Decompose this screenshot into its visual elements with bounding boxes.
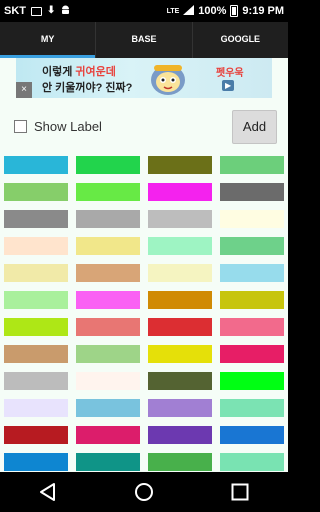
color-swatch[interactable] xyxy=(220,156,284,174)
color-swatch[interactable] xyxy=(148,345,212,363)
carrier-label: SKT xyxy=(4,5,26,17)
color-swatch[interactable] xyxy=(220,318,284,336)
status-left: SKT ⬇ xyxy=(4,4,71,18)
navigation-bar xyxy=(0,472,288,512)
color-swatch[interactable] xyxy=(148,372,212,390)
color-swatch[interactable] xyxy=(76,372,140,390)
color-swatch[interactable] xyxy=(220,345,284,363)
ad-subline: 안 키울꺼야? 진짜? xyxy=(42,82,133,94)
color-swatch[interactable] xyxy=(4,156,68,174)
color-swatch[interactable] xyxy=(220,399,284,417)
signal-icon xyxy=(183,4,195,18)
color-swatch[interactable] xyxy=(76,237,140,255)
show-label-text[interactable]: Show Label xyxy=(34,119,102,134)
battery-percent: 100% xyxy=(198,5,227,17)
recents-icon xyxy=(231,483,249,501)
color-swatch[interactable] xyxy=(76,156,140,174)
status-bar: SKT ⬇ LTE 100% 9:19 PM xyxy=(0,0,288,22)
recents-button[interactable] xyxy=(220,472,260,512)
clock: 9:19 PM xyxy=(242,5,284,17)
image-notification-icon xyxy=(31,6,42,16)
color-swatch[interactable] xyxy=(220,210,284,228)
color-swatch[interactable] xyxy=(148,264,212,282)
color-swatch[interactable] xyxy=(148,318,212,336)
color-swatch[interactable] xyxy=(220,453,284,471)
ad-headline: 이렇게 귀여운데 xyxy=(42,63,116,79)
color-swatch[interactable] xyxy=(76,264,140,282)
status-right: LTE 100% 9:19 PM xyxy=(166,4,284,18)
color-swatch[interactable] xyxy=(148,426,212,444)
color-swatch[interactable] xyxy=(148,156,212,174)
color-swatch[interactable] xyxy=(4,399,68,417)
download-icon: ⬇ xyxy=(47,5,56,16)
color-swatch[interactable] xyxy=(4,345,68,363)
home-icon xyxy=(135,483,153,501)
ad-badge: ▶ xyxy=(222,80,235,91)
content-area: 이렇게 귀여운데 안 키울꺼야? 진짜? 펫우욱 ▶ × Show Label … xyxy=(0,58,288,472)
color-swatch[interactable] xyxy=(148,291,212,309)
ad-headline-text: 이렇게 xyxy=(42,66,76,78)
ad-logo: 펫우욱 xyxy=(216,68,244,79)
color-swatch[interactable] xyxy=(4,318,68,336)
back-icon xyxy=(40,483,55,501)
color-swatch[interactable] xyxy=(4,210,68,228)
color-swatch[interactable] xyxy=(148,399,212,417)
color-swatch[interactable] xyxy=(220,372,284,390)
color-swatch[interactable] xyxy=(4,291,68,309)
color-swatch[interactable] xyxy=(76,183,140,201)
color-swatch[interactable] xyxy=(76,399,140,417)
show-label-checkbox[interactable] xyxy=(14,120,27,133)
color-swatch[interactable] xyxy=(148,453,212,471)
lte-label: LTE xyxy=(166,7,180,15)
color-swatch[interactable] xyxy=(4,453,68,471)
back-button[interactable] xyxy=(28,472,68,512)
color-swatch[interactable] xyxy=(148,237,212,255)
tab-bar: MY BASE GOOGLE xyxy=(0,22,288,58)
color-swatch[interactable] xyxy=(76,345,140,363)
color-swatch[interactable] xyxy=(76,453,140,471)
color-swatch[interactable] xyxy=(76,318,140,336)
tab-base[interactable]: BASE xyxy=(96,22,193,58)
ad-close-button[interactable]: × xyxy=(16,82,32,98)
color-swatch[interactable] xyxy=(76,210,140,228)
tab-google[interactable]: GOOGLE xyxy=(193,22,288,58)
color-swatch[interactable] xyxy=(220,183,284,201)
tab-my[interactable]: MY xyxy=(0,22,97,58)
ad-banner[interactable]: 이렇게 귀여운데 안 키울꺼야? 진짜? 펫우욱 ▶ × xyxy=(16,58,272,98)
ad-headline-highlight: 귀여운데 xyxy=(75,66,116,78)
color-swatch[interactable] xyxy=(220,264,284,282)
color-swatch[interactable] xyxy=(4,372,68,390)
controls-row: Show Label Add xyxy=(0,110,288,146)
add-button[interactable]: Add xyxy=(232,110,277,144)
color-swatch[interactable] xyxy=(4,426,68,444)
color-swatch[interactable] xyxy=(148,183,212,201)
color-swatch[interactable] xyxy=(4,183,68,201)
ad-character-illustration xyxy=(151,65,185,95)
android-icon xyxy=(60,4,71,18)
color-swatch[interactable] xyxy=(148,210,212,228)
color-swatch[interactable] xyxy=(4,237,68,255)
color-swatch[interactable] xyxy=(220,426,284,444)
color-swatch[interactable] xyxy=(220,291,284,309)
color-swatch[interactable] xyxy=(4,264,68,282)
color-swatch[interactable] xyxy=(76,426,140,444)
home-button[interactable] xyxy=(124,472,164,512)
battery-icon xyxy=(230,5,239,17)
color-swatch[interactable] xyxy=(76,291,140,309)
color-swatch[interactable] xyxy=(220,237,284,255)
